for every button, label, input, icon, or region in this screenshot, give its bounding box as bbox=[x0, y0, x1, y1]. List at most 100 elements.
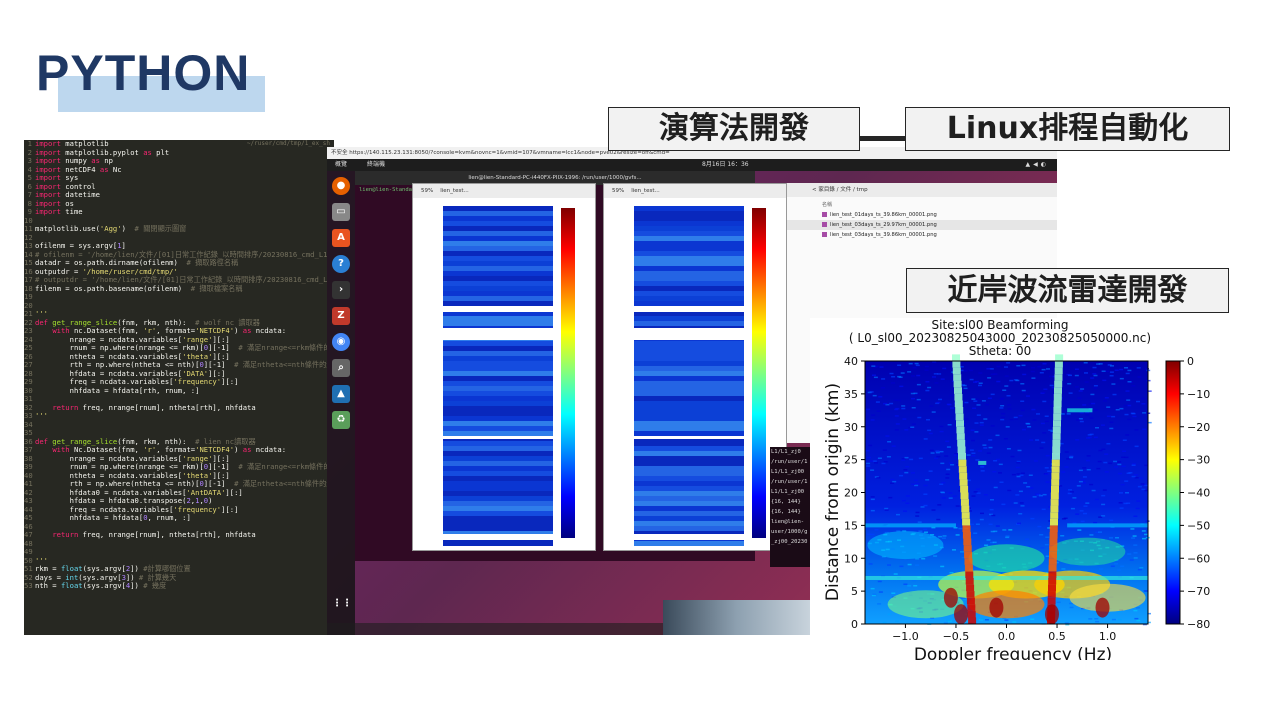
bragg-segment bbox=[952, 367, 961, 375]
heatmap-cell bbox=[915, 364, 920, 367]
heatmap-cell bbox=[1109, 421, 1114, 423]
filezilla-icon[interactable]: Z bbox=[332, 307, 350, 325]
activities-button[interactable]: 概覽 bbox=[335, 159, 347, 171]
heatmap-cell bbox=[1013, 416, 1018, 419]
bragg-segment bbox=[1053, 407, 1062, 414]
heatmap-cell bbox=[911, 407, 916, 409]
chart-stheta: Stheta: 00 bbox=[969, 344, 1032, 358]
bragg-segment bbox=[953, 374, 962, 381]
heatmap-cell bbox=[931, 509, 936, 511]
heatmap-cell bbox=[1045, 481, 1050, 483]
viewer-zoom[interactable]: 59% bbox=[612, 188, 624, 194]
heatmap-cell bbox=[948, 462, 953, 464]
terminal-output-line: /run/user/1 bbox=[771, 479, 808, 485]
bragg-segment bbox=[958, 466, 967, 473]
code-line: 34 bbox=[24, 420, 334, 430]
heatmap-cell bbox=[904, 429, 909, 431]
image-viewer-icon[interactable]: ⌕ bbox=[332, 359, 350, 377]
heatmap-cell bbox=[1022, 373, 1027, 376]
trash-icon[interactable]: ♻ bbox=[332, 411, 350, 429]
image-file-icon bbox=[822, 232, 827, 237]
heatmap-cell bbox=[1067, 492, 1072, 495]
heatmap-cell bbox=[993, 486, 998, 489]
firefox-icon[interactable]: ● bbox=[332, 177, 350, 195]
heatmap-cell bbox=[924, 365, 929, 368]
terminal-output-line: /run/user/1 bbox=[771, 459, 808, 465]
heatmap-cell bbox=[887, 613, 892, 616]
heatmap-cell bbox=[983, 494, 988, 496]
terminal-app-menu[interactable]: 終端機 bbox=[367, 159, 385, 171]
heatmap-cell bbox=[915, 564, 920, 566]
heatmap-cell bbox=[1089, 534, 1094, 536]
image-viewer-window-2[interactable]: 59% lien_test... bbox=[603, 183, 787, 551]
heatmap-cell bbox=[1018, 513, 1023, 515]
heatmap-cell bbox=[887, 564, 891, 566]
heatmap-cell bbox=[878, 591, 883, 593]
heatmap-cell bbox=[1061, 471, 1066, 473]
file-row[interactable]: lien_test_03days_ts_29.97km_00001.png bbox=[782, 220, 1057, 230]
bragg-segment bbox=[1049, 551, 1057, 559]
heatmap-cell bbox=[1098, 449, 1103, 452]
bragg-segment bbox=[967, 604, 976, 611]
image-file-icon bbox=[822, 222, 827, 227]
file-manager-path[interactable]: < 家目錄 / 文件 / tmp bbox=[782, 183, 1057, 197]
clock[interactable]: 8月16日 16：36 bbox=[702, 159, 749, 171]
code-editor[interactable]: ~/ruser/cmd/tmp/1_ex_sh 1 import matplotl… bbox=[24, 140, 334, 635]
show-apps-icon[interactable]: ⋮⋮ bbox=[332, 595, 352, 613]
bragg-segment bbox=[1051, 479, 1060, 486]
heatmap-cell bbox=[1030, 517, 1035, 520]
code-token: as bbox=[143, 147, 152, 157]
terminal-icon[interactable]: › bbox=[332, 281, 350, 299]
heatmap-cell bbox=[972, 407, 977, 409]
code-line: 53 nth = float(sys.argv[4]) # 幾度 bbox=[24, 581, 334, 591]
bragg-segment bbox=[1048, 584, 1056, 592]
bragg-segment bbox=[963, 545, 972, 552]
bragg-segment bbox=[966, 597, 975, 605]
heatmap-cell bbox=[1114, 466, 1118, 468]
heatmap-cell bbox=[1098, 531, 1102, 533]
help-icon[interactable]: ? bbox=[332, 255, 350, 273]
line-number: 53 bbox=[24, 581, 33, 590]
heatmap-cell bbox=[1083, 362, 1088, 364]
terminal-output-line: {16, 144} bbox=[771, 499, 801, 505]
heatmap-cell bbox=[1041, 368, 1046, 371]
software-center-icon[interactable]: A bbox=[332, 229, 350, 247]
matlab-icon[interactable]: ▲ bbox=[332, 385, 350, 403]
bragg-segment bbox=[965, 578, 974, 585]
bragg-segment bbox=[954, 387, 962, 394]
heatmap-cell bbox=[999, 407, 1004, 409]
bragg-segment bbox=[959, 472, 968, 480]
strong-return bbox=[1044, 604, 1059, 625]
heatmap-cell bbox=[1028, 474, 1033, 476]
image-viewer-window-1[interactable]: 59% lien_test... bbox=[412, 183, 596, 551]
file-row[interactable]: lien_test_03days_ts_39.86km_00001.png bbox=[782, 230, 1057, 240]
heatmap-cell bbox=[1019, 502, 1024, 504]
heatmap-cell bbox=[878, 396, 883, 398]
file-name-column-header[interactable]: 名稱 bbox=[782, 197, 1057, 210]
colorbar-tick-label: −50 bbox=[1187, 519, 1210, 532]
energy-region bbox=[968, 544, 1045, 573]
heatmap-cell bbox=[941, 491, 945, 494]
heatmap-cell bbox=[1128, 472, 1133, 474]
bragg-segment bbox=[963, 538, 972, 546]
bragg-segment bbox=[1052, 453, 1060, 460]
heatmap-cell bbox=[892, 480, 897, 483]
heatmap-cell bbox=[872, 374, 876, 376]
heatmap-cell bbox=[1009, 418, 1014, 421]
system-tray-icons[interactable]: ▲◀◐ bbox=[1026, 159, 1049, 171]
heatmap-cell bbox=[1009, 379, 1014, 382]
code-line: 48 bbox=[24, 539, 334, 549]
mini-terminal[interactable]: L1/L1_zj0/run/user/1 L1/L1_zj00/run/user/… bbox=[770, 447, 810, 567]
file-row[interactable]: lien_test_01days_ts_39.86km_00001.png bbox=[782, 210, 1057, 220]
heatmap-cell bbox=[1127, 553, 1132, 555]
heatmap-cell bbox=[1142, 428, 1147, 430]
heatmap-cell bbox=[976, 488, 981, 490]
files-icon[interactable]: ▭ bbox=[332, 203, 350, 221]
bragg-segment bbox=[1048, 571, 1057, 578]
heatmap-cell bbox=[1122, 450, 1127, 452]
viewer-zoom[interactable]: 59% bbox=[421, 188, 433, 194]
strong-return bbox=[1095, 597, 1110, 618]
heatmap-cell bbox=[881, 462, 886, 465]
code-token: # 滿足ntheta<=nth條件的最後 bbox=[234, 360, 334, 369]
chrome-icon[interactable]: ◉ bbox=[332, 333, 350, 351]
